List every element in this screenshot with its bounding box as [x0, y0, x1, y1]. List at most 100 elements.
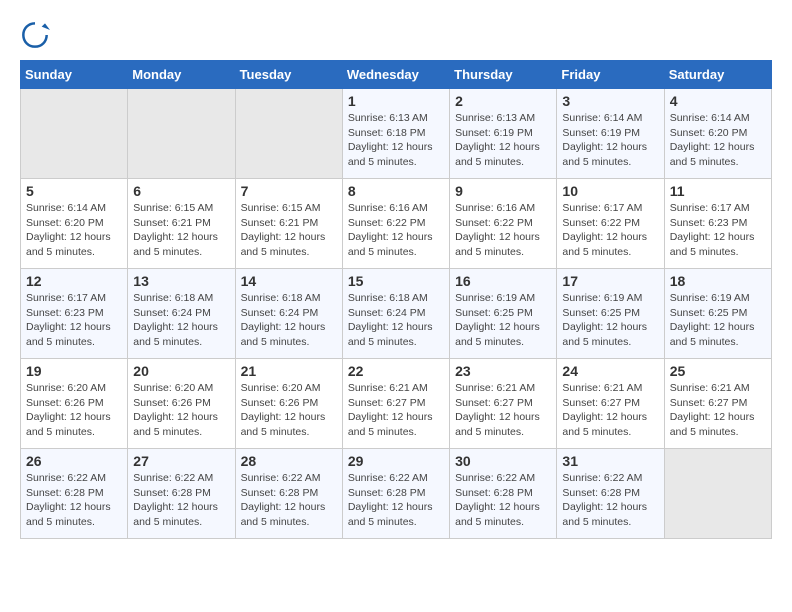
- calendar-cell: 12 Sunrise: 6:17 AM Sunset: 6:23 PM Dayli…: [21, 269, 128, 359]
- day-info: Sunrise: 6:21 AM Sunset: 6:27 PM Dayligh…: [455, 381, 551, 440]
- day-info: Sunrise: 6:18 AM Sunset: 6:24 PM Dayligh…: [241, 291, 337, 350]
- weekday-header-saturday: Saturday: [664, 61, 771, 89]
- calendar-cell: 15 Sunrise: 6:18 AM Sunset: 6:24 PM Dayli…: [342, 269, 449, 359]
- calendar-cell: 27 Sunrise: 6:22 AM Sunset: 6:28 PM Dayli…: [128, 449, 235, 539]
- weekday-header-row: SundayMondayTuesdayWednesdayThursdayFrid…: [21, 61, 772, 89]
- calendar-week-row: 26 Sunrise: 6:22 AM Sunset: 6:28 PM Dayli…: [21, 449, 772, 539]
- day-number: 21: [241, 363, 337, 379]
- day-number: 9: [455, 183, 551, 199]
- day-number: 30: [455, 453, 551, 469]
- calendar-cell: 29 Sunrise: 6:22 AM Sunset: 6:28 PM Dayli…: [342, 449, 449, 539]
- day-number: 22: [348, 363, 444, 379]
- calendar-cell: 13 Sunrise: 6:18 AM Sunset: 6:24 PM Dayli…: [128, 269, 235, 359]
- calendar-cell: 26 Sunrise: 6:22 AM Sunset: 6:28 PM Dayli…: [21, 449, 128, 539]
- day-info: Sunrise: 6:19 AM Sunset: 6:25 PM Dayligh…: [670, 291, 766, 350]
- calendar-cell: 11Sunrise: 6:17 AM Sunset: 6:23 PM Dayli…: [664, 179, 771, 269]
- day-number: 18: [670, 273, 766, 289]
- day-info: Sunrise: 6:20 AM Sunset: 6:26 PM Dayligh…: [26, 381, 122, 440]
- day-info: Sunrise: 6:18 AM Sunset: 6:24 PM Dayligh…: [133, 291, 229, 350]
- calendar-cell: 1 Sunrise: 6:13 AM Sunset: 6:18 PM Daylig…: [342, 89, 449, 179]
- calendar-week-row: 19 Sunrise: 6:20 AM Sunset: 6:26 PM Dayli…: [21, 359, 772, 449]
- day-number: 23: [455, 363, 551, 379]
- day-number: 4: [670, 93, 766, 109]
- calendar-cell: 18 Sunrise: 6:19 AM Sunset: 6:25 PM Dayli…: [664, 269, 771, 359]
- day-info: Sunrise: 6:18 AM Sunset: 6:24 PM Dayligh…: [348, 291, 444, 350]
- calendar-cell: [128, 89, 235, 179]
- day-info: Sunrise: 6:22 AM Sunset: 6:28 PM Dayligh…: [455, 471, 551, 530]
- day-number: 29: [348, 453, 444, 469]
- day-info: Sunrise: 6:22 AM Sunset: 6:28 PM Dayligh…: [241, 471, 337, 530]
- weekday-header-monday: Monday: [128, 61, 235, 89]
- day-number: 26: [26, 453, 122, 469]
- calendar-cell: 5Sunrise: 6:14 AM Sunset: 6:20 PM Daylig…: [21, 179, 128, 269]
- day-number: 17: [562, 273, 658, 289]
- day-info: Sunrise: 6:22 AM Sunset: 6:28 PM Dayligh…: [133, 471, 229, 530]
- calendar-cell: 24 Sunrise: 6:21 AM Sunset: 6:27 PM Dayli…: [557, 359, 664, 449]
- day-number: 2: [455, 93, 551, 109]
- day-number: 16: [455, 273, 551, 289]
- day-info: Sunrise: 6:22 AM Sunset: 6:28 PM Dayligh…: [348, 471, 444, 530]
- day-info: Sunrise: 6:13 AM Sunset: 6:18 PM Dayligh…: [348, 111, 444, 170]
- day-info: Sunrise: 6:19 AM Sunset: 6:25 PM Dayligh…: [455, 291, 551, 350]
- calendar-cell: 14Sunrise: 6:18 AM Sunset: 6:24 PM Dayli…: [235, 269, 342, 359]
- calendar-cell: 16 Sunrise: 6:19 AM Sunset: 6:25 PM Dayli…: [450, 269, 557, 359]
- day-info: Sunrise: 6:22 AM Sunset: 6:28 PM Dayligh…: [562, 471, 658, 530]
- calendar-week-row: 1 Sunrise: 6:13 AM Sunset: 6:18 PM Daylig…: [21, 89, 772, 179]
- day-number: 6: [133, 183, 229, 199]
- weekday-header-friday: Friday: [557, 61, 664, 89]
- calendar-cell: 9Sunrise: 6:16 AM Sunset: 6:22 PM Daylig…: [450, 179, 557, 269]
- calendar-week-row: 5Sunrise: 6:14 AM Sunset: 6:20 PM Daylig…: [21, 179, 772, 269]
- calendar-cell: 4 Sunrise: 6:14 AM Sunset: 6:20 PM Daylig…: [664, 89, 771, 179]
- calendar-cell: 17 Sunrise: 6:19 AM Sunset: 6:25 PM Dayli…: [557, 269, 664, 359]
- weekday-header-tuesday: Tuesday: [235, 61, 342, 89]
- day-info: Sunrise: 6:15 AM Sunset: 6:21 PM Dayligh…: [133, 201, 229, 260]
- day-info: Sunrise: 6:17 AM Sunset: 6:23 PM Dayligh…: [670, 201, 766, 260]
- calendar-cell: 2 Sunrise: 6:13 AM Sunset: 6:19 PM Daylig…: [450, 89, 557, 179]
- day-info: Sunrise: 6:17 AM Sunset: 6:23 PM Dayligh…: [26, 291, 122, 350]
- day-number: 12: [26, 273, 122, 289]
- calendar-cell: [664, 449, 771, 539]
- day-number: 19: [26, 363, 122, 379]
- day-info: Sunrise: 6:20 AM Sunset: 6:26 PM Dayligh…: [133, 381, 229, 440]
- day-info: Sunrise: 6:15 AM Sunset: 6:21 PM Dayligh…: [241, 201, 337, 260]
- day-number: 28: [241, 453, 337, 469]
- calendar-cell: 22Sunrise: 6:21 AM Sunset: 6:27 PM Dayli…: [342, 359, 449, 449]
- day-number: 7: [241, 183, 337, 199]
- day-number: 10: [562, 183, 658, 199]
- day-info: Sunrise: 6:13 AM Sunset: 6:19 PM Dayligh…: [455, 111, 551, 170]
- calendar-cell: 3 Sunrise: 6:14 AM Sunset: 6:19 PM Daylig…: [557, 89, 664, 179]
- calendar-cell: 23 Sunrise: 6:21 AM Sunset: 6:27 PM Dayli…: [450, 359, 557, 449]
- calendar-cell: 21Sunrise: 6:20 AM Sunset: 6:26 PM Dayli…: [235, 359, 342, 449]
- day-info: Sunrise: 6:17 AM Sunset: 6:22 PM Dayligh…: [562, 201, 658, 260]
- day-info: Sunrise: 6:22 AM Sunset: 6:28 PM Dayligh…: [26, 471, 122, 530]
- day-number: 13: [133, 273, 229, 289]
- calendar-cell: 6 Sunrise: 6:15 AM Sunset: 6:21 PM Daylig…: [128, 179, 235, 269]
- day-number: 1: [348, 93, 444, 109]
- calendar-cell: 28 Sunrise: 6:22 AM Sunset: 6:28 PM Dayli…: [235, 449, 342, 539]
- day-info: Sunrise: 6:21 AM Sunset: 6:27 PM Dayligh…: [562, 381, 658, 440]
- day-info: Sunrise: 6:19 AM Sunset: 6:25 PM Dayligh…: [562, 291, 658, 350]
- weekday-header-wednesday: Wednesday: [342, 61, 449, 89]
- day-info: Sunrise: 6:14 AM Sunset: 6:20 PM Dayligh…: [26, 201, 122, 260]
- day-info: Sunrise: 6:16 AM Sunset: 6:22 PM Dayligh…: [348, 201, 444, 260]
- calendar-cell: 19 Sunrise: 6:20 AM Sunset: 6:26 PM Dayli…: [21, 359, 128, 449]
- calendar-cell: [235, 89, 342, 179]
- calendar-cell: [21, 89, 128, 179]
- calendar-cell: 10 Sunrise: 6:17 AM Sunset: 6:22 PM Dayli…: [557, 179, 664, 269]
- calendar-cell: 25 Sunrise: 6:21 AM Sunset: 6:27 PM Dayli…: [664, 359, 771, 449]
- day-number: 25: [670, 363, 766, 379]
- day-number: 20: [133, 363, 229, 379]
- weekday-header-thursday: Thursday: [450, 61, 557, 89]
- day-number: 15: [348, 273, 444, 289]
- calendar-cell: 31 Sunrise: 6:22 AM Sunset: 6:28 PM Dayli…: [557, 449, 664, 539]
- day-number: 27: [133, 453, 229, 469]
- day-info: Sunrise: 6:21 AM Sunset: 6:27 PM Dayligh…: [670, 381, 766, 440]
- day-number: 31: [562, 453, 658, 469]
- logo-icon: [20, 20, 50, 50]
- day-number: 24: [562, 363, 658, 379]
- calendar-week-row: 12 Sunrise: 6:17 AM Sunset: 6:23 PM Dayli…: [21, 269, 772, 359]
- day-info: Sunrise: 6:14 AM Sunset: 6:20 PM Dayligh…: [670, 111, 766, 170]
- calendar-cell: 30 Sunrise: 6:22 AM Sunset: 6:28 PM Dayli…: [450, 449, 557, 539]
- day-info: Sunrise: 6:14 AM Sunset: 6:19 PM Dayligh…: [562, 111, 658, 170]
- day-number: 3: [562, 93, 658, 109]
